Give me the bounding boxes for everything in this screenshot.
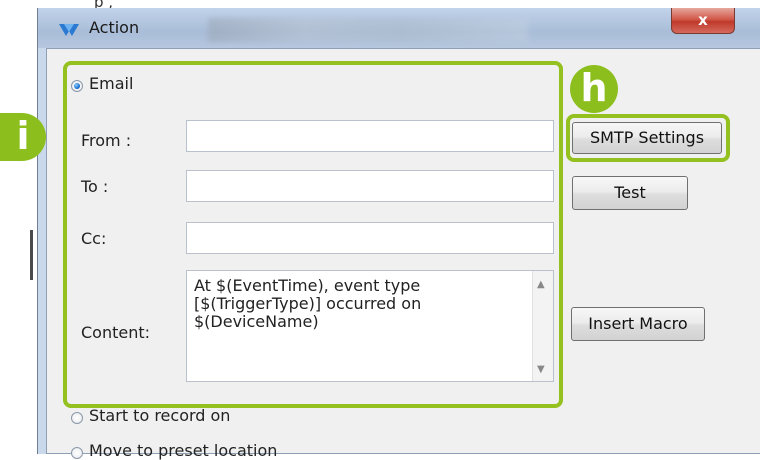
email-group-highlight — [63, 61, 563, 408]
title-blur — [208, 18, 528, 42]
annotation-badge-i: i — [0, 113, 46, 161]
title-bar: Action x — [38, 8, 760, 48]
insert-macro-button[interactable]: Insert Macro — [571, 307, 705, 341]
window-title: Action — [89, 18, 140, 37]
record-label: Start to record on — [89, 406, 231, 425]
left-edge-line — [30, 230, 33, 280]
smtp-button-highlight — [566, 114, 730, 162]
preset-label: Move to preset location — [89, 441, 278, 460]
close-button[interactable]: x — [671, 8, 735, 34]
test-button[interactable]: Test — [572, 176, 688, 210]
preset-radio[interactable] — [71, 447, 83, 459]
annotation-badge-h: h — [570, 65, 618, 113]
app-logo-icon — [59, 24, 79, 36]
record-radio[interactable] — [71, 412, 83, 424]
